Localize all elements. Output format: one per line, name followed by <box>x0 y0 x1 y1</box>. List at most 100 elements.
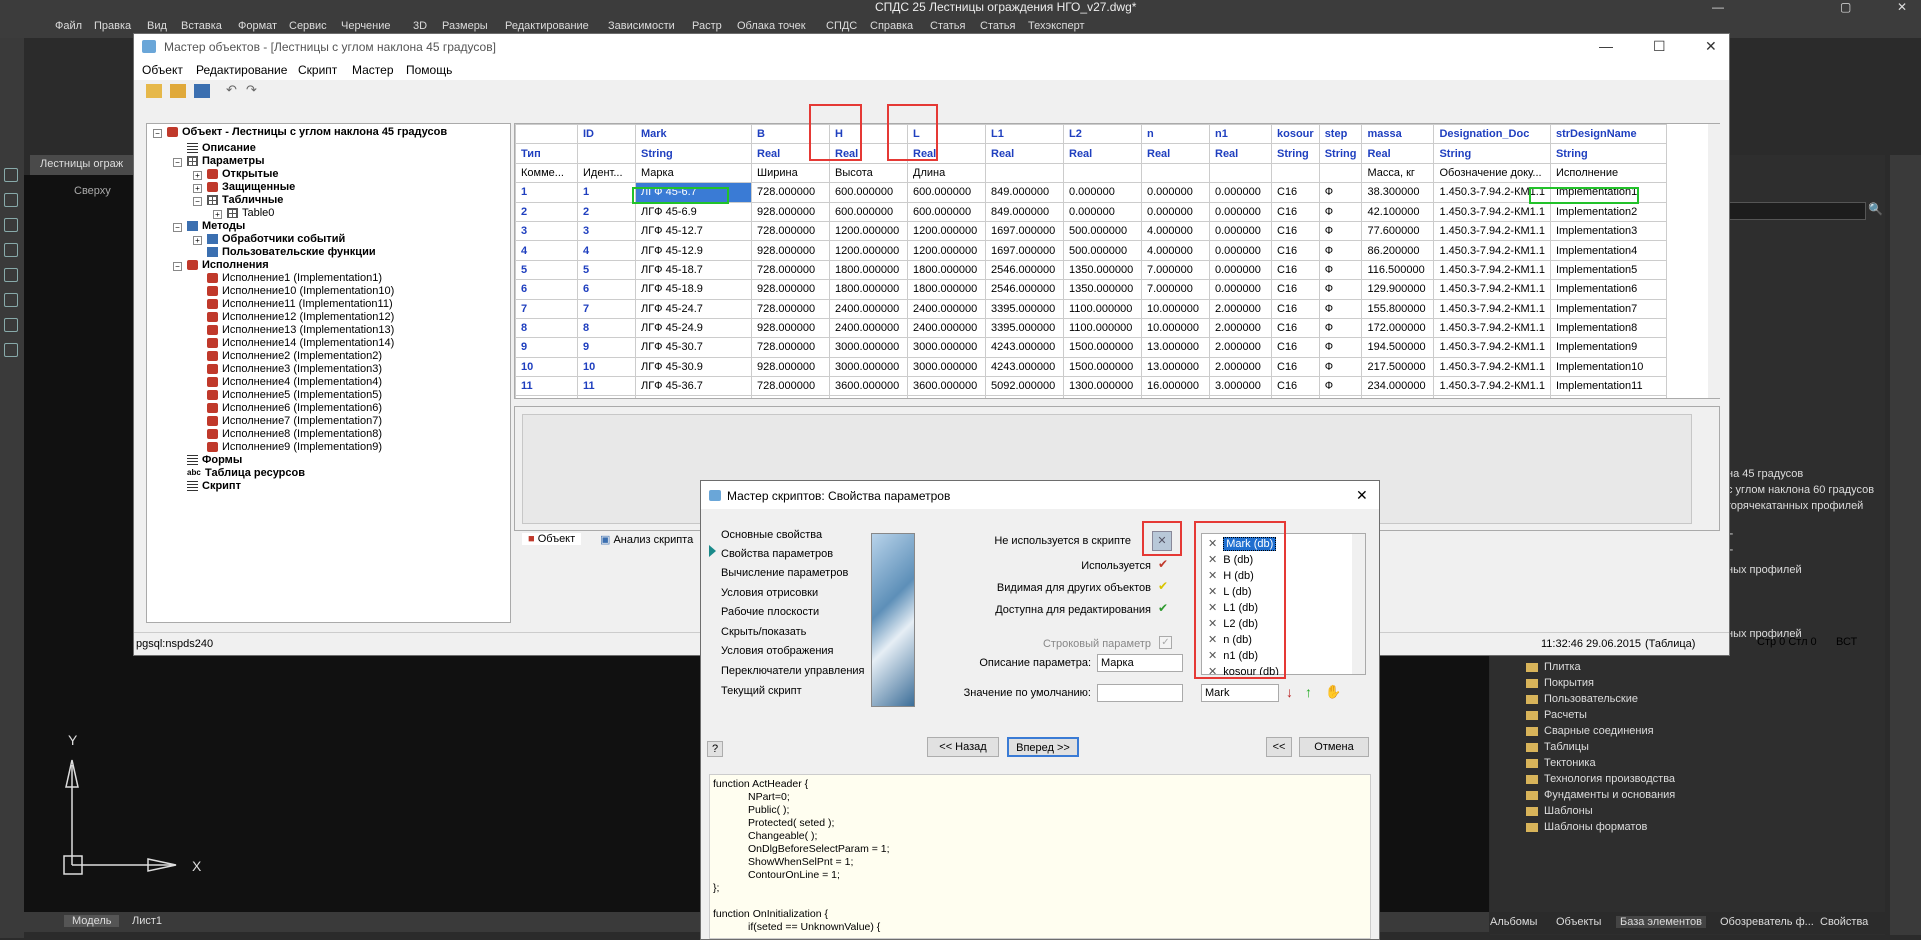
help-button[interactable]: ? <box>707 741 723 757</box>
table-cell[interactable]: C16 <box>1271 279 1320 300</box>
table-cell[interactable]: 1800.000000 <box>907 259 986 281</box>
table-cell[interactable]: Implementation8 <box>1549 317 1667 339</box>
back-button[interactable]: << Назад <box>927 737 999 757</box>
tab-object[interactable]: ■ Объект <box>522 533 582 545</box>
tree-item-implementation[interactable]: Исполнение14 (Implementation14) <box>207 337 394 349</box>
table-comment-row[interactable]: Комме... Идент... Марка Ширина Высота Длина Ма… <box>515 162 1667 184</box>
table-cell[interactable]: C16 <box>1271 317 1320 339</box>
table-cell[interactable]: String <box>635 143 752 164</box>
table-cell[interactable]: Ф <box>1318 220 1363 242</box>
tree-item-forms[interactable]: Формы <box>187 454 242 466</box>
minimize-button[interactable]: — <box>1599 38 1613 54</box>
table-cell[interactable]: 0.000000 <box>1141 201 1210 222</box>
table-cell[interactable]: 7.000000 <box>1141 259 1210 281</box>
table-cell[interactable]: 3395.000000 <box>985 317 1064 339</box>
table-cell[interactable] <box>1141 162 1210 184</box>
row-header-cell[interactable]: Тип <box>515 143 578 164</box>
table-row[interactable]: 11 11 ЛГФ 45-36.7 728.000000 3600.000000 3600… <box>515 376 1667 397</box>
table-cell[interactable]: Real <box>1063 143 1142 164</box>
table-cell[interactable]: 1.450.3-7.94.2-КМ1.1 <box>1433 337 1551 358</box>
table-cell[interactable]: ЛГФ 45-12.9 <box>635 240 752 261</box>
table-cell[interactable]: Ф <box>1318 259 1363 281</box>
app-menu-draw[interactable]: Черчение <box>341 20 391 32</box>
table-cell[interactable]: ЛГФ 45-6.9 <box>635 201 752 222</box>
folder-item[interactable]: Шаблоны форматов <box>1526 821 1647 833</box>
table-cell[interactable]: 928.000000 <box>751 201 830 222</box>
table-cell[interactable]: 728.000000 <box>751 182 830 203</box>
table-cell[interactable]: massa <box>1361 124 1435 145</box>
table-cell[interactable]: 928.000000 <box>751 279 830 300</box>
table-cell[interactable]: 600.000000 <box>907 201 986 222</box>
table-cell[interactable]: 261.800000 <box>1361 395 1435 398</box>
table-row[interactable]: 4 4 ЛГФ 45-12.9 928.000000 1200.000000 1200.0… <box>515 240 1667 261</box>
table-row[interactable]: 9 9 ЛГФ 45-30.7 728.000000 3000.000000 3000.0… <box>515 337 1667 358</box>
tree-item-resources[interactable]: abc Таблица ресурсов <box>187 467 305 479</box>
table-cell[interactable]: 728.000000 <box>751 220 830 242</box>
table-cell[interactable]: C16 <box>1271 220 1320 242</box>
table-cell[interactable]: Высота <box>829 162 908 184</box>
table-cell[interactable]: 928.000000 <box>751 395 830 398</box>
menu-object[interactable]: Объект <box>142 63 183 77</box>
tree-item-implementation[interactable]: Исполнение6 (Implementation6) <box>207 402 382 414</box>
expand-icon[interactable]: + <box>193 184 202 193</box>
table-cell[interactable]: 172.000000 <box>1361 317 1435 339</box>
app-menu-3d[interactable]: 3D <box>413 20 427 32</box>
table-cell[interactable]: 129.900000 <box>1361 279 1435 300</box>
app-menu-view[interactable]: Вид <box>147 20 167 32</box>
collapse-icon[interactable]: − <box>173 262 182 271</box>
collapse-icon[interactable]: − <box>193 197 202 206</box>
menu-script[interactable]: Скрипт <box>298 63 337 77</box>
table-cell[interactable]: String <box>1271 143 1320 164</box>
table-cell[interactable]: L1 <box>985 124 1064 145</box>
table-cell[interactable]: Марка <box>635 162 752 184</box>
collapse-icon[interactable]: − <box>173 223 182 232</box>
table-cell[interactable]: 1.450.3-7.94.2-КМ1.1 <box>1433 356 1551 378</box>
row-header-cell[interactable]: 7 <box>515 298 578 319</box>
table-cell[interactable]: 728.000000 <box>751 337 830 358</box>
row-header-cell[interactable]: Комме... <box>515 162 578 184</box>
app-menu-raster[interactable]: Растр <box>692 20 722 32</box>
table-cell[interactable]: 16.000000 <box>1141 376 1210 397</box>
table-cell[interactable]: 1.450.3-7.94.2-КМ1.1 <box>1433 201 1551 222</box>
table-cell[interactable]: Ф <box>1318 395 1363 398</box>
table-cell[interactable]: 194.500000 <box>1361 337 1435 358</box>
app-maximize-button[interactable]: ▢ <box>1840 0 1851 14</box>
tab-browser[interactable]: Обозреватель ф... <box>1720 916 1814 928</box>
tree-item-tabular[interactable]: Табличные <box>207 194 283 206</box>
app-menu-article2[interactable]: Статья <box>980 20 1015 32</box>
table-cell[interactable] <box>1318 162 1363 184</box>
tree-root[interactable]: Объект - Лестницы с углом наклона 45 гра… <box>167 126 447 138</box>
tree-item-implementations[interactable]: Исполнения <box>187 259 269 271</box>
ellipse-tool-icon[interactable] <box>4 343 18 357</box>
table-cell[interactable]: 86.200000 <box>1361 240 1435 261</box>
expand-icon[interactable]: + <box>213 210 222 219</box>
table-cell[interactable]: 0.000000 <box>1209 240 1272 261</box>
table-cell[interactable]: Real <box>1209 143 1272 164</box>
table-cell[interactable]: Implementation12 <box>1549 395 1667 398</box>
table-cell[interactable]: Исполнение <box>1549 162 1667 184</box>
tree-item-implementation[interactable]: Исполнение9 (Implementation9) <box>207 441 382 453</box>
drawing-tab[interactable]: Лестницы ограж <box>30 155 150 175</box>
table-cell[interactable]: 2.000000 <box>1209 317 1272 339</box>
collapse-icon[interactable]: − <box>173 158 182 167</box>
table-cell[interactable]: 11 <box>577 376 636 397</box>
table-cell[interactable]: 2.000000 <box>1209 356 1272 378</box>
table-cell[interactable]: 1 <box>577 182 636 203</box>
table-cell[interactable]: C16 <box>1271 240 1320 261</box>
table-cell[interactable]: L2 <box>1063 124 1142 145</box>
table-cell[interactable]: 10 <box>577 356 636 378</box>
parameters-table[interactable]: ID Mark B H L L1 L2 n n1 kosour step massa Designati… <box>514 123 1720 399</box>
row-header-cell[interactable]: 4 <box>515 240 578 261</box>
table-cell[interactable]: 728.000000 <box>751 298 830 319</box>
app-menu-pointcloud[interactable]: Облака точек <box>737 20 806 32</box>
data-grid[interactable]: ID Mark B H L L1 L2 n n1 kosour step massa Designati… <box>515 124 1667 398</box>
table-cell[interactable]: 600.000000 <box>907 182 986 203</box>
table-row[interactable]: 3 3 ЛГФ 45-12.7 728.000000 1200.000000 1200.0… <box>515 220 1667 242</box>
row-header-cell[interactable]: 11 <box>515 376 578 397</box>
table-cell[interactable]: ЛГФ 45-18.7 <box>635 259 752 281</box>
table-cell[interactable]: Ф <box>1318 317 1363 339</box>
move-up-icon[interactable]: ↑ <box>1305 684 1312 700</box>
new-icon[interactable] <box>146 84 162 98</box>
view-label[interactable]: Сверху <box>74 185 111 197</box>
row-header-cell[interactable]: 12 <box>515 395 578 398</box>
